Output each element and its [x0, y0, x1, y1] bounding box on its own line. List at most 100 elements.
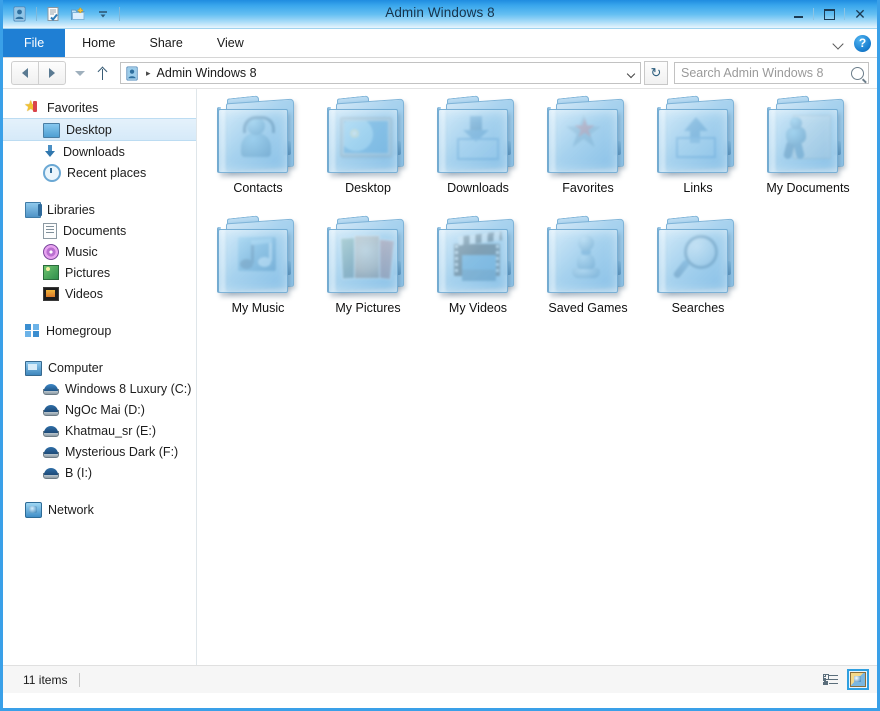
libraries-icon [25, 201, 42, 218]
sidebar-group-libraries[interactable]: Libraries [3, 199, 196, 220]
sidebar-group-favorites[interactable]: Favorites [3, 97, 196, 118]
sidebar-item-pictures[interactable]: Pictures [3, 262, 196, 283]
up-button[interactable] [92, 62, 114, 84]
file-item-links[interactable]: Links [643, 95, 753, 215]
sidebar-item-documents[interactable]: Documents [3, 220, 196, 241]
sidebar-label: Homegroup [46, 323, 112, 338]
chevron-down-icon [627, 69, 636, 78]
large-icons-view-button[interactable] [847, 669, 869, 690]
sidebar-group-computer[interactable]: Computer [3, 357, 196, 378]
search-icon [851, 66, 864, 80]
file-item-my-videos[interactable]: My Videos [423, 215, 533, 335]
refresh-button[interactable]: ↻ [644, 61, 668, 85]
window-title: Admin Windows 8 [385, 5, 495, 20]
help-button[interactable]: ? [854, 34, 871, 52]
favorites-star-icon [24, 97, 41, 116]
file-item-searches[interactable]: Searches [643, 215, 753, 335]
sidebar-label: Network [48, 502, 94, 517]
sidebar-label: Khatmau_sr (E:) [65, 423, 157, 438]
chevron-down-icon[interactable] [832, 36, 846, 50]
sidebar-label: Documents [63, 223, 127, 238]
computer-icon [25, 360, 42, 376]
sidebar-label: Favorites [47, 100, 99, 115]
file-label: Desktop [345, 181, 391, 195]
window-controls: ✕ [783, 0, 875, 28]
item-count-label: 11 items [23, 672, 68, 687]
file-label: My Documents [766, 181, 850, 195]
sidebar-label: Recent places [67, 165, 147, 180]
up-arrow-icon [98, 67, 109, 80]
title-bar[interactable]: Admin Windows 8 ✕ [3, 0, 877, 29]
tab-share[interactable]: Share [133, 29, 200, 57]
ribbon-tab-bar: File Home Share View ? [3, 29, 877, 58]
file-item-desktop[interactable]: Desktop [313, 95, 423, 215]
file-item-downloads[interactable]: Downloads [423, 95, 533, 215]
search-input[interactable]: Search Admin Windows 8 [674, 62, 869, 84]
sidebar-item-drive-d[interactable]: NgOc Mai (D:) [3, 399, 196, 420]
file-label: My Pictures [335, 301, 401, 315]
folder-contacts-icon [214, 95, 302, 179]
sidebar-item-desktop[interactable]: Desktop [3, 118, 196, 141]
ribbon-tabs: File Home Share View [3, 29, 877, 57]
system-drive-icon [43, 384, 59, 395]
status-bar: 11 items [3, 665, 877, 693]
breadcrumb-separator: ▸ [146, 67, 151, 78]
address-bar: ▸ Admin Windows 8 ↻ Search Admin Windows… [3, 58, 877, 89]
sidebar-label: Videos [65, 286, 103, 301]
sidebar-item-drive-e[interactable]: Khatmau_sr (E:) [3, 420, 196, 441]
file-list-pane[interactable]: Contacts Desktop Downloads ★ ★ Favorites… [197, 89, 877, 665]
file-item-my-music[interactable]: My Music [203, 215, 313, 335]
file-item-favorites[interactable]: Favorites [533, 95, 643, 215]
folder-music-icon [214, 215, 302, 299]
address-input[interactable]: ▸ Admin Windows 8 [120, 62, 641, 84]
tab-home[interactable]: Home [65, 29, 132, 57]
tab-view[interactable]: View [200, 29, 261, 57]
file-item-my-documents[interactable]: My Documents [753, 95, 863, 215]
sidebar-label: Music [65, 244, 98, 259]
sidebar-item-downloads[interactable]: Downloads [3, 141, 196, 162]
file-label: Downloads [447, 181, 509, 195]
minimize-button[interactable] [783, 3, 813, 25]
file-item-my-pictures[interactable]: My Pictures [313, 215, 423, 335]
file-grid: Contacts Desktop Downloads ★ ★ Favorites… [203, 95, 877, 335]
sidebar-label: Windows 8 Luxury (C:) [65, 381, 192, 396]
folder-searches-icon [654, 215, 742, 299]
maximize-button[interactable] [814, 3, 844, 25]
forward-arrow-icon [49, 68, 55, 78]
sidebar-label: NgOc Mai (D:) [65, 402, 145, 417]
close-button[interactable]: ✕ [845, 3, 875, 25]
back-button[interactable] [11, 61, 38, 85]
breadcrumb-current[interactable]: Admin Windows 8 [157, 66, 257, 80]
sidebar-item-drive-f[interactable]: Mysterious Dark (F:) [3, 441, 196, 462]
sidebar-group-network[interactable]: Network [3, 499, 196, 520]
details-view-button[interactable] [819, 669, 841, 690]
recent-locations-icon [75, 70, 85, 76]
file-item-saved-games[interactable]: Saved Games [533, 215, 643, 335]
address-dropdown-button[interactable] [622, 63, 640, 83]
music-icon [43, 243, 59, 260]
file-label: Saved Games [548, 301, 628, 315]
folder-videos-icon [434, 215, 522, 299]
sidebar-item-drive-c[interactable]: Windows 8 Luxury (C:) [3, 378, 196, 399]
videos-icon [43, 286, 59, 301]
file-item-contacts[interactable]: Contacts [203, 95, 313, 215]
sidebar-group-homegroup[interactable]: Homegroup [3, 320, 196, 341]
folder-favorites-icon [544, 95, 632, 179]
details-view-icon [822, 673, 838, 686]
recent-places-icon [43, 163, 61, 182]
sidebar-item-drive-i[interactable]: B (I:) [3, 462, 196, 483]
sidebar-item-music[interactable]: Music [3, 241, 196, 262]
documents-icon [43, 222, 57, 239]
forward-button[interactable] [38, 61, 66, 85]
folder-downloads-icon [434, 95, 522, 179]
explorer-window: Admin Windows 8 ✕ File Home Share View ? [0, 0, 880, 711]
file-label: Searches [671, 301, 725, 315]
file-label: Contacts [233, 181, 283, 195]
recent-locations-button[interactable] [70, 62, 90, 84]
sidebar-item-recent-places[interactable]: Recent places [3, 162, 196, 183]
homegroup-icon [25, 323, 40, 338]
tab-file[interactable]: File [3, 29, 66, 57]
sidebar-item-videos[interactable]: Videos [3, 283, 196, 304]
large-icons-view-icon [850, 672, 866, 687]
